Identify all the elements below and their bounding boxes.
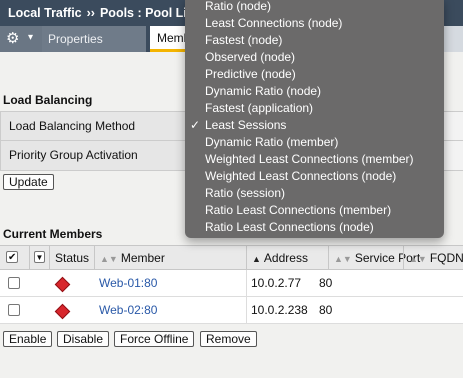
enable-button[interactable]: Enable xyxy=(3,331,53,347)
column-divider xyxy=(246,270,247,297)
priority-group-label: Priority Group Activation xyxy=(0,141,186,170)
checkmark-icon: ✔ xyxy=(8,252,17,263)
sort-icon: ▲▼ xyxy=(409,254,427,264)
chevron-down-icon: ▾ xyxy=(28,32,34,43)
member-address: 10.0.2.238 xyxy=(251,303,308,317)
menu-item-ratio-least-connections-member[interactable]: Ratio Least Connections (member) xyxy=(185,202,444,219)
load-balancing-heading: Load Balancing xyxy=(3,93,93,107)
menu-item-predictive-node[interactable]: Predictive (node) xyxy=(185,66,444,83)
menu-item-ratio-session[interactable]: Ratio (session) xyxy=(185,185,444,202)
menu-item-weighted-least-connections-node[interactable]: Weighted Least Connections (node) xyxy=(185,168,444,185)
column-fqdn[interactable]: ▲▼ FQDN xyxy=(403,246,463,270)
breadcrumb-local-traffic[interactable]: Local Traffic xyxy=(8,6,82,20)
select-all-column: ✔ xyxy=(0,246,29,270)
row-checkbox[interactable] xyxy=(8,304,20,316)
menu-item-weighted-least-connections-member[interactable]: Weighted Least Connections (member) xyxy=(185,151,444,168)
column-member[interactable]: ▲▼ Member xyxy=(94,246,246,270)
table-row: Web-02:80 10.0.2.238 80 xyxy=(0,297,463,324)
update-button[interactable]: Update xyxy=(3,174,54,190)
menu-item-fastest-node[interactable]: Fastest (node) xyxy=(185,32,444,49)
menu-item-ratio-node[interactable]: Ratio (node) xyxy=(185,0,444,15)
member-port: 80 xyxy=(319,303,333,317)
member-address: 10.0.2.77 xyxy=(251,276,302,290)
sort-icon: ▲▼ xyxy=(334,254,352,264)
lb-method-dropdown-menu: Ratio (node) Least Connections (node) Fa… xyxy=(185,0,444,238)
table-row: Web-01:80 10.0.2.77 80 xyxy=(0,270,463,297)
menu-item-dynamic-ratio-member[interactable]: Dynamic Ratio (member) xyxy=(185,134,444,151)
column-address[interactable]: ▲ Address xyxy=(246,246,328,270)
breadcrumb-pool[interactable]: Pools : Pool Li xyxy=(100,6,187,20)
menu-item-fastest-application[interactable]: Fastest (application) xyxy=(185,100,444,117)
gear-menu-button[interactable]: ⚙ ▾ xyxy=(0,26,42,52)
menu-item-ratio-least-connections-node[interactable]: Ratio Least Connections (node) xyxy=(185,219,444,236)
gear-icon: ⚙ xyxy=(6,30,20,47)
member-link[interactable]: Web-01:80 xyxy=(99,270,157,297)
sort-ascending-icon: ▲ xyxy=(252,254,261,264)
breadcrumb: Local Traffic ›› Pools : Pool Li xyxy=(8,0,187,26)
members-table-header: ✔ ▼ Status ▲▼ Member ▲ Address ▲▼ Service P… xyxy=(0,245,463,270)
member-port: 80 xyxy=(319,276,333,290)
tab-members[interactable]: Members xyxy=(150,26,190,52)
sort-icon: ▲▼ xyxy=(100,254,118,264)
status-down-icon xyxy=(54,276,71,293)
column-fqdn-label: FQDN xyxy=(429,251,463,265)
menu-item-label: Least Sessions xyxy=(205,118,287,132)
force-offline-button[interactable]: Force Offline xyxy=(114,331,195,347)
disable-button[interactable]: Disable xyxy=(57,331,110,347)
current-members-heading: Current Members xyxy=(3,227,103,241)
breadcrumb-separator: ›› xyxy=(86,6,95,20)
menu-item-least-sessions[interactable]: ✓ Least Sessions xyxy=(185,117,444,134)
tab-properties[interactable]: Properties xyxy=(42,26,146,52)
member-link[interactable]: Web-02:80 xyxy=(99,297,157,324)
checkmark-icon: ✓ xyxy=(190,118,201,132)
column-service-port[interactable]: ▲▼ Service Port xyxy=(328,246,420,270)
status-filter-dropdown[interactable]: ▼ xyxy=(29,246,49,270)
menu-item-least-connections-node[interactable]: Least Connections (node) xyxy=(185,15,444,32)
column-divider xyxy=(246,297,247,324)
lb-method-label: Load Balancing Method xyxy=(0,112,186,141)
menu-item-observed-node[interactable]: Observed (node) xyxy=(185,49,444,66)
column-status[interactable]: Status xyxy=(49,246,94,270)
row-checkbox[interactable] xyxy=(8,277,20,289)
column-member-label: Member xyxy=(120,251,165,265)
chevron-down-icon: ▼ xyxy=(34,251,45,263)
column-address-label: Address xyxy=(263,251,308,265)
status-down-icon xyxy=(54,303,71,320)
menu-item-dynamic-ratio-node[interactable]: Dynamic Ratio (node) xyxy=(185,83,444,100)
remove-button[interactable]: Remove xyxy=(200,331,257,347)
